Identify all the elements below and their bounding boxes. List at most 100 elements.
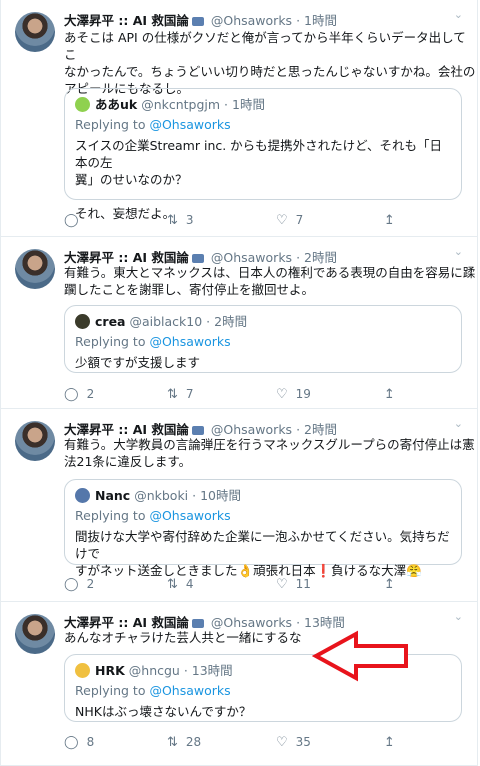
quote-text-line: NHKはぶっ壊さないんですか？ (75, 704, 252, 719)
avatar[interactable] (15, 12, 55, 52)
chevron-down-icon[interactable]: ⌄ (454, 8, 463, 21)
like-button[interactable]: ♡ 7 (276, 213, 303, 228)
reply-icon: ◯ (64, 387, 79, 402)
replying-to-prefix: Replying to (75, 508, 150, 523)
replying-to: Replying to @Ohsaworks (75, 507, 451, 524)
retweet-count: 7 (185, 387, 194, 401)
avatar[interactable] (15, 614, 55, 654)
replying-to-prefix: Replying to (75, 334, 150, 349)
author-name[interactable]: 大澤昇平 :: AI 救国論 (64, 615, 189, 630)
quote-avatar (75, 314, 90, 329)
quote-text-line: 間抜けな大学や寄付辞めた企業に一泡ふかせてください。気持ちだけで (75, 529, 450, 561)
retweet-count: 4 (185, 577, 194, 591)
replying-to-handle[interactable]: @Ohsaworks (149, 117, 230, 132)
reply-count: 2 (86, 577, 95, 591)
tweet-text: 有難う。大学教員の言論弾圧を行うマネックスグループらの寄付停止は憲 法21条に違… (64, 436, 475, 470)
share-button[interactable]: ↥ (384, 735, 403, 750)
replying-to-handle[interactable]: @Ohsaworks (149, 508, 230, 523)
author-handle[interactable]: @Ohsaworks (211, 615, 292, 630)
reply-button[interactable]: ◯ 8 (64, 735, 94, 750)
author-handle[interactable]: @Ohsaworks (211, 13, 292, 28)
retweet-button[interactable]: ⇅ 7 (167, 387, 194, 402)
quote-text-line: 翼」のせいなのか？ (75, 172, 188, 187)
author-handle[interactable]: @Ohsaworks (211, 422, 292, 437)
share-button[interactable]: ↥ (384, 577, 403, 592)
like-button[interactable]: ♡ 11 (276, 577, 311, 592)
tweet-text-line: なかったんで。ちょうどいい切り時だと思ったんじゃないすかね。会社の (64, 64, 476, 79)
share-button[interactable]: ↥ (384, 387, 403, 402)
quote-author-name: HRK (95, 663, 125, 678)
author-name[interactable]: 大澤昇平 :: AI 救国論 (64, 250, 189, 265)
retweet-count: 3 (185, 213, 194, 227)
tweet-text-line: 法21条に違反します。 (64, 454, 192, 469)
share-button[interactable]: ↥ (384, 213, 403, 228)
flag-icon (191, 254, 204, 263)
quote-author-name: crea (95, 314, 126, 329)
timestamp[interactable]: · 13時間 (296, 615, 345, 630)
quote-avatar (75, 663, 90, 678)
retweet-button[interactable]: ⇅ 28 (167, 735, 201, 750)
quoted-tweet[interactable]: crea @aiblack10 · 2時間 Replying to @Ohsaw… (64, 305, 462, 373)
author-name[interactable]: 大澤昇平 :: AI 救国論 (64, 422, 189, 437)
tweet[interactable]: 大澤昇平 :: AI 救国論 @Ohsaworks · 2時間 ⌄ 有難う。東大… (0, 237, 478, 409)
like-button[interactable]: ♡ 35 (276, 735, 311, 750)
quote-text-line: スイスの企業Streamr inc. からも提携外されたけど、それも「日本の左 (75, 138, 443, 170)
retweet-icon: ⇅ (167, 735, 178, 750)
retweet-button[interactable]: ⇅ 4 (167, 577, 194, 592)
like-count: 35 (295, 735, 311, 749)
like-count: 19 (295, 387, 311, 401)
retweet-button[interactable]: ⇅ 3 (167, 213, 194, 228)
heart-icon: ♡ (276, 387, 288, 402)
quote-author-name: Nanc (95, 488, 131, 503)
tweet-text-line: 有難う。大学教員の言論弾圧を行うマネックスグループらの寄付停止は憲 (64, 437, 475, 452)
tweet-text: あそこは API の仕様がクソだと俺が言ってから半年くらいデータ出してこ なかっ… (64, 29, 477, 97)
quote-text: スイスの企業Streamr inc. からも提携外されたけど、それも「日本の左 … (75, 137, 451, 222)
timestamp[interactable]: · 2時間 (296, 250, 337, 265)
share-icon: ↥ (384, 387, 395, 402)
chevron-down-icon[interactable]: ⌄ (454, 417, 463, 430)
reply-button[interactable]: ◯ 2 (64, 577, 94, 592)
tweet-text-line: あんなオチャラけた芸人共と一緒にするな (64, 630, 302, 645)
replying-to: Replying to @Ohsaworks (75, 682, 451, 699)
quote-text: 間抜けな大学や寄付辞めた企業に一泡ふかせてください。気持ちだけで すがネット送金… (75, 528, 451, 579)
quote-author-handle: @nkboki · 10時間 (134, 488, 241, 503)
tweet-header: 大澤昇平 :: AI 救国論 @Ohsaworks · 1時間 (64, 10, 337, 29)
timestamp[interactable]: · 1時間 (296, 13, 337, 28)
share-icon: ↥ (384, 577, 395, 592)
reply-count: 8 (86, 735, 95, 749)
replying-to-handle[interactable]: @Ohsaworks (149, 683, 230, 698)
quoted-tweet[interactable]: Nanc @nkboki · 10時間 Replying to @Ohsawor… (64, 479, 462, 578)
flag-icon (191, 426, 204, 435)
like-count: 11 (295, 577, 311, 591)
heart-icon: ♡ (276, 577, 288, 592)
tweet-actions: ◯ 2 ⇅ 4 ♡ 11 ↥ (64, 577, 444, 595)
avatar[interactable] (15, 249, 55, 289)
reply-icon: ◯ (64, 577, 79, 592)
tweet-actions: ◯ ⇅ 3 ♡ 7 ↥ (64, 213, 444, 231)
quote-avatar (75, 488, 90, 503)
quote-text: 少額ですが支援します (75, 354, 451, 371)
replying-to: Replying to @Ohsaworks (75, 116, 451, 133)
timestamp[interactable]: · 2時間 (296, 422, 337, 437)
replying-to-handle[interactable]: @Ohsaworks (149, 334, 230, 349)
like-button[interactable]: ♡ 19 (276, 387, 311, 402)
tweet[interactable]: 大澤昇平 :: AI 救国論 @Ohsaworks · 1時間 ⌄ あそこは A… (0, 0, 478, 237)
quoted-tweet[interactable]: ああuk @nkcntpgjm · 1時間 Replying to @Ohsaw… (64, 88, 462, 221)
quote-author-handle: @nkcntpgjm · 1時間 (141, 97, 265, 112)
tweet[interactable]: 大澤昇平 :: AI 救国論 @Ohsaworks · 2時間 ⌄ 有難う。大学… (0, 409, 478, 602)
chevron-down-icon[interactable]: ⌄ (454, 245, 463, 258)
tweet-text-line: あそこは API の仕様がクソだと俺が言ってから半年くらいデータ出してこ (64, 30, 466, 62)
author-name[interactable]: 大澤昇平 :: AI 救国論 (64, 13, 189, 28)
tweet-text: 有難う。東大とマネックスは、日本人の権利である表現の自由を容易に蹂 躙したことを… (64, 264, 475, 298)
like-count: 7 (295, 213, 304, 227)
replying-to-prefix: Replying to (75, 117, 150, 132)
tweet[interactable]: 大澤昇平 :: AI 救国論 @Ohsaworks · 13時間 ⌄ あんなオチ… (0, 602, 478, 766)
reply-button[interactable]: ◯ (64, 213, 87, 228)
heart-icon: ♡ (276, 213, 288, 228)
avatar[interactable] (15, 421, 55, 461)
chevron-down-icon[interactable]: ⌄ (454, 610, 463, 623)
quote-text-line (75, 188, 451, 205)
retweet-icon: ⇅ (167, 387, 178, 402)
reply-button[interactable]: ◯ 2 (64, 387, 94, 402)
author-handle[interactable]: @Ohsaworks (211, 250, 292, 265)
